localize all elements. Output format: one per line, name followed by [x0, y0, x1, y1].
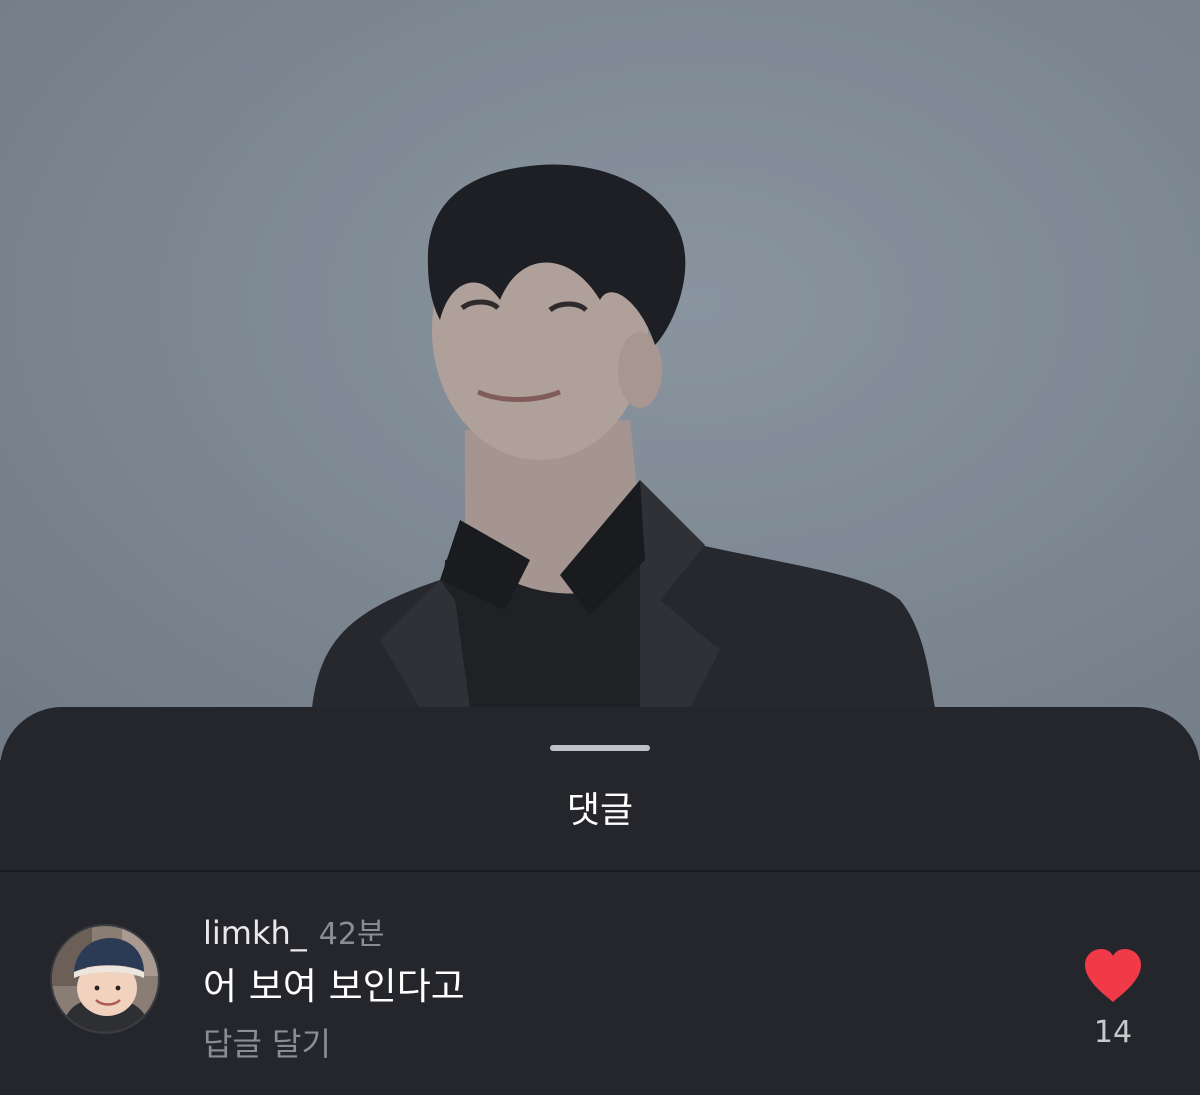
sheet-title: 댓글	[566, 790, 634, 831]
user-avatar-photo	[52, 926, 158, 1032]
comments-sheet: 댓글 limkh_ 42분 어 보여 보인다고 답글 달기 14	[0, 707, 1200, 1095]
sheet-drag-handle[interactable]	[550, 745, 650, 751]
sheet-divider	[0, 870, 1200, 872]
background-photo[interactable]	[0, 0, 1200, 760]
user-avatar[interactable]	[50, 924, 160, 1034]
comment-meta: limkh_ 42분	[203, 913, 385, 953]
reply-button[interactable]: 답글 달기	[203, 1023, 331, 1065]
like-count: 14	[1093, 1015, 1133, 1050]
app-root: 댓글 limkh_ 42분 어 보여 보인다고 답글 달기 14	[0, 0, 1200, 1095]
comment-time: 42분	[318, 917, 385, 952]
heart-icon	[1085, 949, 1141, 1002]
comment-username[interactable]: limkh_	[203, 914, 307, 952]
comment-text: 어 보여 보인다고	[203, 965, 465, 1008]
like-button[interactable]	[1083, 948, 1143, 1004]
person-photo-illustration	[0, 0, 1200, 760]
